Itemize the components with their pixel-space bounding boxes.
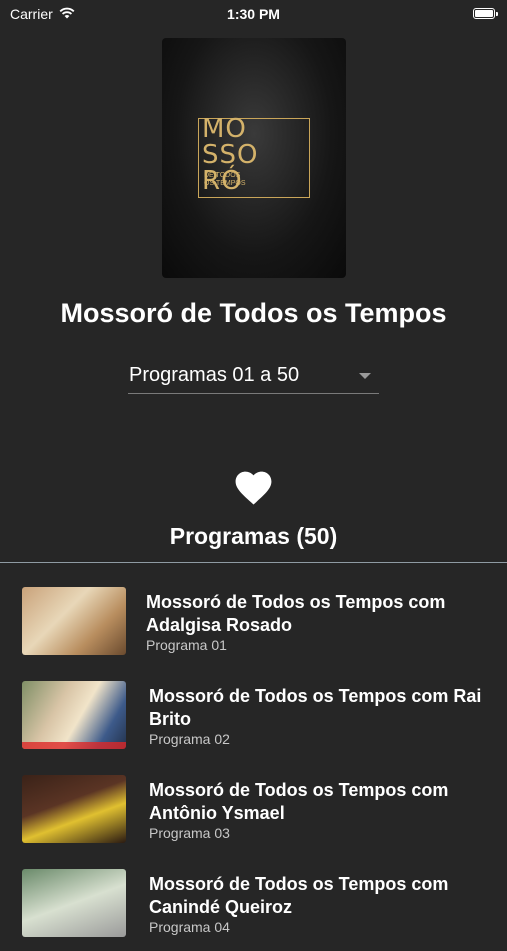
- episode-thumbnail: [22, 587, 126, 655]
- episode-title: Mossoró de Todos os Tempos com Rai Brito: [149, 686, 482, 729]
- list-item[interactable]: Mossoró de Todos os Tempos com Rai Brito…: [0, 669, 507, 763]
- range-selector[interactable]: Programas 01 a 50: [128, 362, 379, 394]
- episode-subtitle: Programa 02: [149, 731, 230, 747]
- episode-title: Mossoró de Todos os Tempos com Adalgisa …: [146, 592, 446, 635]
- show-title: Mossoró de Todos os Tempos: [60, 298, 447, 328]
- cover-logo-subtitle: DE TODOS OS TEMPOS: [204, 172, 246, 187]
- episode-subtitle: Programa 01: [146, 637, 227, 653]
- episode-thumbnail: [22, 681, 126, 749]
- list-item[interactable]: Mossoró de Todos os Tempos com Antônio Y…: [0, 763, 507, 857]
- episode-title: Mossoró de Todos os Tempos com Canindé Q…: [149, 874, 449, 917]
- section-title: Programas (50): [169, 523, 338, 549]
- episode-thumbnail: [22, 775, 126, 843]
- episode-subtitle: Programa 03: [149, 825, 230, 841]
- chevron-down-icon: [359, 373, 371, 379]
- episode-subtitle: Programa 04: [149, 919, 230, 935]
- episode-thumbnail: [22, 869, 126, 937]
- show-cover-image: MO SSO RÓ DE TODOS OS TEMPOS: [162, 38, 346, 278]
- list-item[interactable]: Mossoró de Todos os Tempos com Canindé Q…: [0, 857, 507, 951]
- divider: [0, 562, 507, 563]
- heart-icon[interactable]: [232, 466, 275, 506]
- episode-list: Mossoró de Todos os Tempos com Adalgisa …: [0, 575, 507, 951]
- status-bar: Carrier 1:30 PM: [0, 0, 507, 28]
- episode-title: Mossoró de Todos os Tempos com Antônio Y…: [149, 780, 449, 823]
- list-item[interactable]: Mossoró de Todos os Tempos com Adalgisa …: [0, 575, 507, 669]
- range-selector-value: Programas 01 a 50: [129, 364, 300, 386]
- status-time: 1:30 PM: [227, 6, 280, 22]
- battery-icon: [473, 8, 498, 19]
